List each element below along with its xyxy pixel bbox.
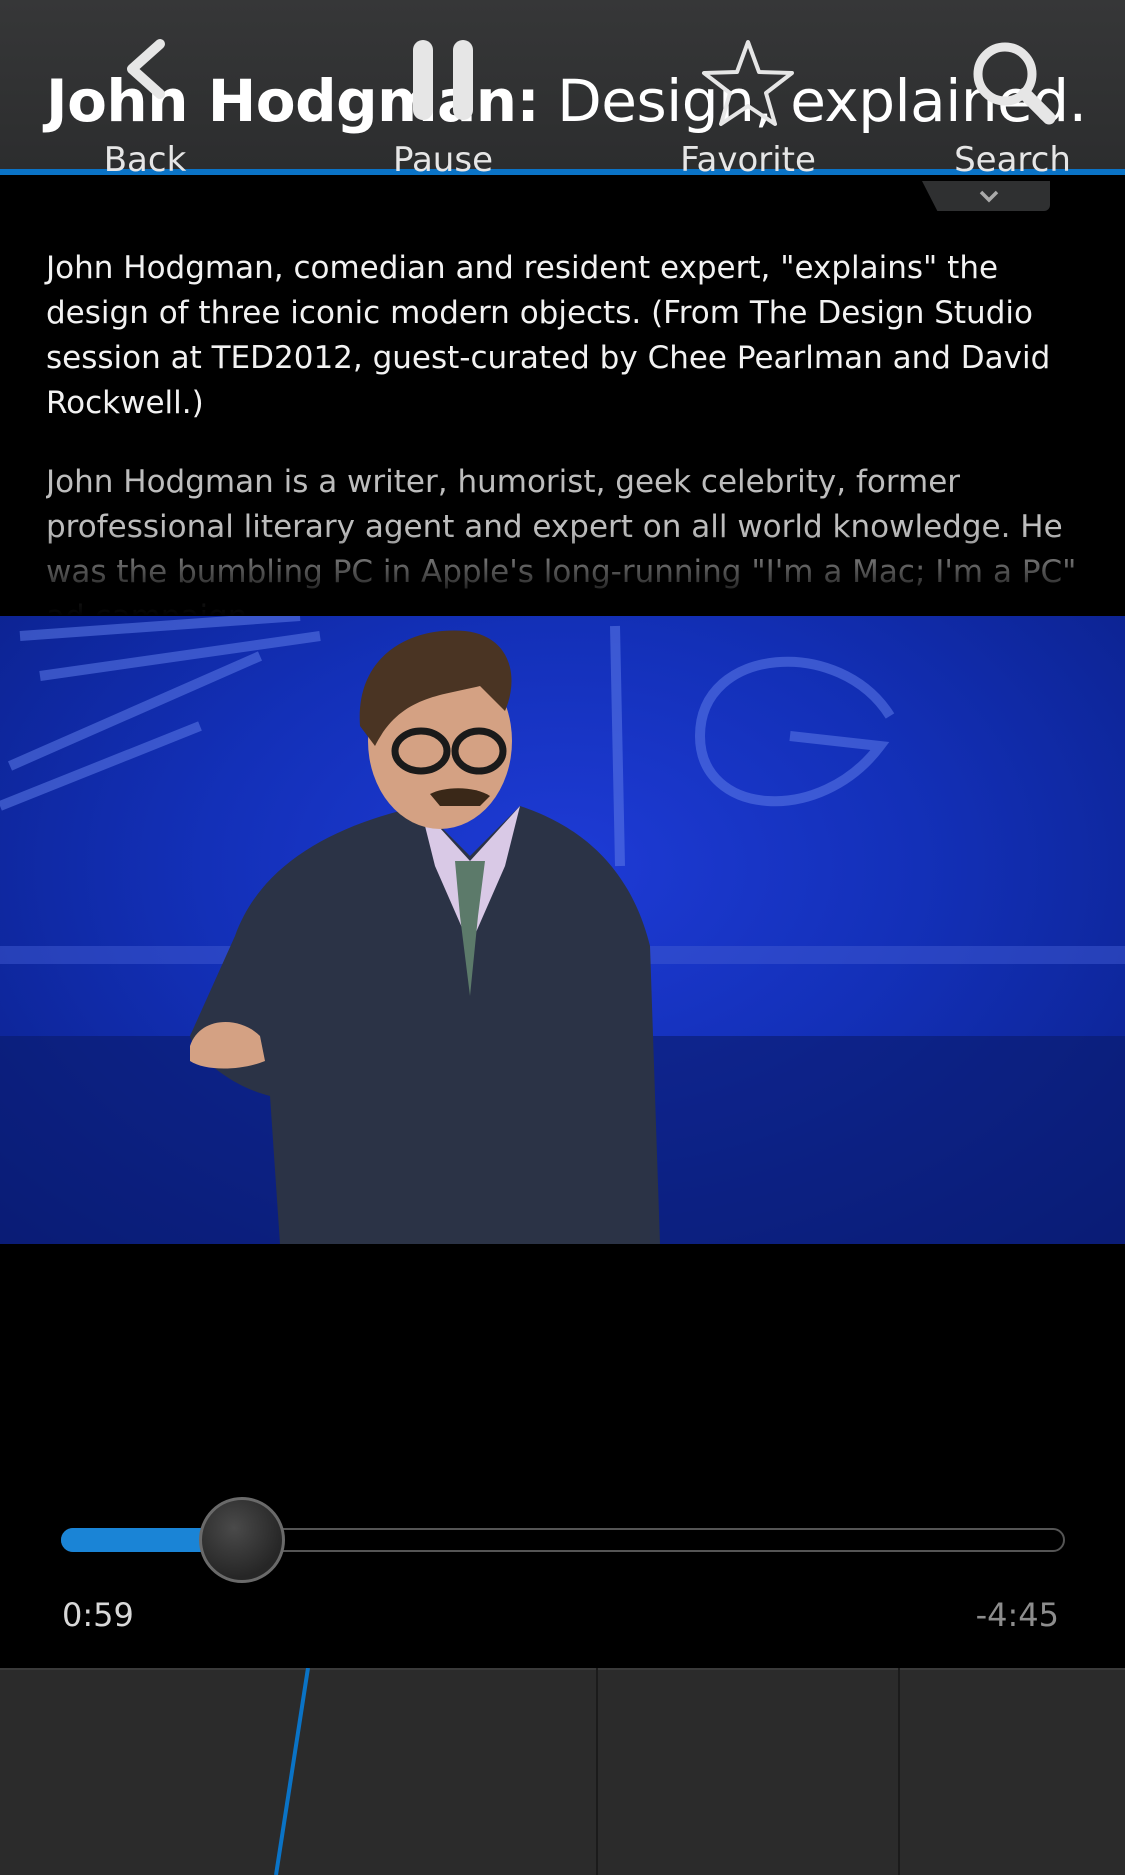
back-button[interactable]: Back [0, 0, 290, 207]
back-label: Back [103, 140, 187, 180]
pause-button[interactable]: Pause [290, 0, 596, 207]
speaker-bio: John Hodgman is a writer, humorist, geek… [46, 464, 1077, 616]
action-divider [596, 1668, 598, 1875]
elapsed-time: 0:59 [62, 1596, 134, 1634]
back-button-divider [274, 1668, 310, 1875]
favorite-button[interactable]: Favorite [598, 0, 898, 207]
talk-summary: John Hodgman, comedian and resident expe… [46, 250, 1051, 421]
chevron-left-icon [127, 39, 165, 99]
remaining-time: -4:45 [975, 1596, 1059, 1634]
pause-icon [413, 40, 473, 120]
search-button[interactable]: Search [900, 0, 1125, 207]
seek-thumb[interactable] [198, 1497, 285, 1583]
video-player[interactable] [0, 616, 1125, 1244]
star-icon [702, 40, 794, 126]
favorite-label: Favorite [680, 140, 816, 180]
action-divider [898, 1668, 900, 1875]
pause-label: Pause [393, 140, 493, 180]
video-frame [0, 616, 1125, 1244]
search-label: Search [954, 140, 1071, 180]
search-icon [973, 42, 1055, 125]
